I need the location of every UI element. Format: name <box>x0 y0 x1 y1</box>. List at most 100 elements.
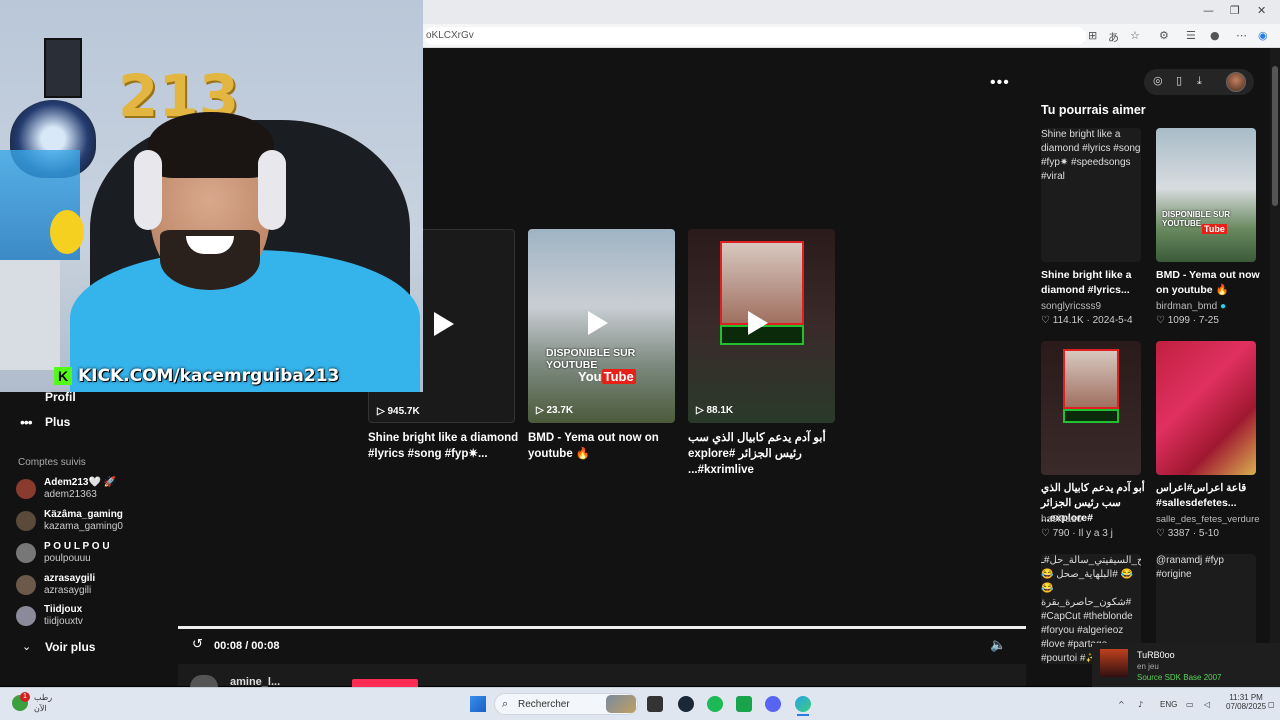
account-name: Tiidjoux <box>44 604 83 615</box>
recommended-thumbnail[interactable] <box>1156 341 1256 475</box>
friend-status: en jeu <box>1137 662 1159 671</box>
profile-icon[interactable]: ● <box>1210 29 1220 42</box>
address-url[interactable]: oKLCXrGv <box>426 30 474 41</box>
headphone-right <box>258 150 286 230</box>
sidebar-item-more[interactable]: Plus <box>45 415 70 429</box>
toy-figure <box>50 210 84 254</box>
kick-logo: K <box>54 367 72 385</box>
recommended-thumbnail[interactable] <box>1041 341 1141 475</box>
volume-icon[interactable]: 🔈 <box>990 638 1006 653</box>
sidebar-item-profile[interactable]: Profil <box>45 390 76 404</box>
taskbar <box>0 687 1280 720</box>
download-icon[interactable]: ⤓ <box>1197 74 1202 88</box>
youtube-logo: Tube <box>1202 224 1227 234</box>
tray-chevron-icon[interactable]: ^ <box>1118 700 1125 709</box>
maximize-icon[interactable]: ❐ <box>1230 4 1240 17</box>
recommended-author[interactable]: songlyricsss9 <box>1041 301 1101 312</box>
copilot-icon[interactable]: ◉ <box>1258 29 1268 42</box>
webcam-overlay: 213 <box>0 0 423 392</box>
more-dots-icon: ••• <box>20 414 33 430</box>
weather-text: رطب <box>34 693 53 702</box>
see-more-button[interactable]: Voir plus <box>45 640 95 654</box>
account-handle: kazama_gaming0 <box>44 521 123 532</box>
followed-account[interactable]: Käzâma_gaming kazama_gaming0 <box>16 509 166 535</box>
minimize-icon[interactable]: — <box>1203 4 1214 17</box>
recommended-thumbnail[interactable]: DISPONIBLE SUR YOUTUBE Tube <box>1156 128 1256 262</box>
avatar <box>16 479 36 499</box>
more-options-icon[interactable]: ••• <box>990 74 1010 92</box>
search-placeholder: Rechercher <box>518 699 570 710</box>
avatar <box>16 543 36 563</box>
account-handle: adem21363 <box>44 489 97 500</box>
chevron-down-icon: ⌄ <box>22 640 32 653</box>
phone-icon[interactable]: ▯ <box>1176 74 1182 87</box>
follow-button[interactable] <box>352 679 418 687</box>
address-bar[interactable] <box>424 27 1086 45</box>
recommended-title[interactable]: BMD - Yema out now on youtube 🔥 <box>1156 268 1260 298</box>
view-count: ▷ 945.7K <box>377 406 420 417</box>
menu-dots-icon[interactable]: ⋯ <box>1236 29 1247 42</box>
recommended-stats: ♡ 114.1K · 2024-5-4 <box>1041 315 1133 326</box>
replay-icon[interactable]: ↺ <box>192 637 203 652</box>
extensions-icon[interactable]: ⚙ <box>1159 29 1169 42</box>
close-icon[interactable]: ✕ <box>1257 4 1266 17</box>
scrollbar-thumb[interactable] <box>1272 66 1278 206</box>
recommended-title[interactable]: قاعة اعراس#اعراس #sallesdefetes... <box>1156 481 1260 511</box>
followed-account[interactable]: Adem213🤍 🚀 adem21363 <box>16 477 166 503</box>
recommended-author[interactable]: ha9i9a10 <box>1041 514 1082 525</box>
favorite-star-icon[interactable]: ☆ <box>1130 29 1140 42</box>
video-title[interactable]: Shine bright like a diamond #lyrics #son… <box>368 430 523 462</box>
spotify-icon[interactable] <box>707 696 723 712</box>
windows-start-icon[interactable] <box>470 696 486 712</box>
language-indicator[interactable]: ENG <box>1160 700 1177 709</box>
file-explorer-icon[interactable] <box>647 696 663 712</box>
clock[interactable]: 11:31 PM 07/08/2025 <box>1226 693 1266 711</box>
video-card[interactable]: DISPONIBLE SUR YOUTUBE You Tube ▷ 23.7K <box>528 229 675 423</box>
recommended-author[interactable]: birdman_bmd ● <box>1156 301 1226 312</box>
user-avatar[interactable] <box>1226 72 1246 92</box>
recommended-title[interactable]: Shine bright like a diamond #lyrics... <box>1041 268 1145 298</box>
view-count: ▷ 88.1K <box>696 405 734 416</box>
network-icon[interactable]: ▭ <box>1186 700 1194 709</box>
video-title[interactable]: أبو آدم يدعم كابيال الذي سب رئيس الجزائر… <box>688 430 843 478</box>
followed-account[interactable]: P O U L P O U poulpouuu <box>16 541 166 567</box>
thumbnail-alt-text: Shine bright like a diamond #lyrics #son… <box>1041 129 1141 182</box>
account-handle: azrasaygili <box>44 585 92 596</box>
youtube-logo: You Tube <box>578 369 636 384</box>
view-count: ▷ 23.7K <box>536 405 574 416</box>
progress-bar[interactable] <box>178 626 1026 629</box>
avatar <box>16 575 36 595</box>
microphone-icon[interactable]: ♪ <box>1138 700 1143 709</box>
play-icon <box>434 312 454 336</box>
recommended-author[interactable]: salle_des_fetes_verdure <box>1156 514 1260 525</box>
drawer <box>0 260 60 370</box>
followed-account[interactable]: azrasaygili azrasaygili <box>16 573 166 599</box>
collections-icon[interactable]: ☰ <box>1186 29 1196 42</box>
search-highlight-icon <box>606 695 636 713</box>
account-name: P O U L P O U <box>44 541 110 552</box>
active-indicator <box>797 714 809 716</box>
video-title[interactable]: BMD - Yema out now on youtube 🔥 <box>528 430 683 462</box>
discord-icon[interactable] <box>765 696 781 712</box>
recommended-stats: ♡ 790 · Il y a 3 j <box>1041 528 1113 539</box>
thumbnail-alt-text: @ranamdj #fyp #origine <box>1156 555 1224 580</box>
apps-icon[interactable]: ⊞ <box>1088 29 1097 42</box>
volume-tray-icon[interactable]: ◁ <box>1204 700 1210 709</box>
friend-name: TuRB0oo <box>1137 650 1175 660</box>
clock-time: 11:31 PM <box>1229 693 1263 702</box>
translate-icon[interactable]: あ <box>1108 29 1119 45</box>
verified-icon: ● <box>1219 301 1226 312</box>
friend-avatar <box>1100 649 1128 677</box>
steam-icon[interactable] <box>678 696 694 712</box>
video-card[interactable]: ▷ 88.1K <box>688 229 835 423</box>
avatar <box>16 511 36 531</box>
hair <box>148 112 274 178</box>
compass-icon[interactable]: ◎ <box>1153 74 1163 87</box>
notifications-icon[interactable]: ◻ <box>1268 700 1275 709</box>
app-green-icon[interactable] <box>736 696 752 712</box>
recommended-thumbnail[interactable]: Shine bright like a diamond #lyrics #son… <box>1041 128 1141 262</box>
edge-icon[interactable] <box>795 696 811 712</box>
search-icon: ⌕ <box>502 697 509 710</box>
headphone-left <box>134 150 162 230</box>
followed-account[interactable]: Tiidjoux tiidjouxtv <box>16 604 166 630</box>
